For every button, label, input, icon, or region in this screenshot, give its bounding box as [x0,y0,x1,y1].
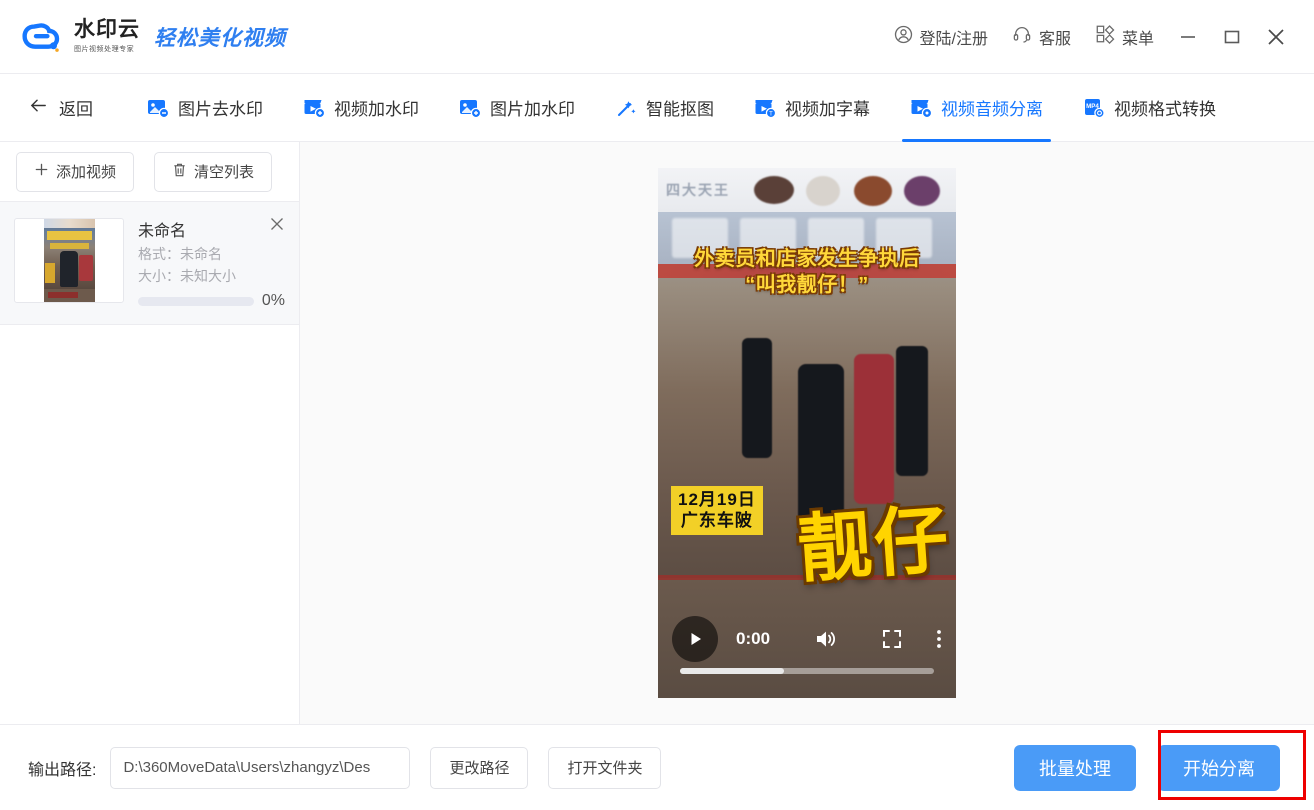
shelf-label: 四大天王 [666,182,730,198]
clear-list-label: 清空列表 [194,164,255,181]
app-slogan: 轻松美化视频 [154,25,286,50]
menu-label: 菜单 [1121,30,1154,48]
tab-label: 智能抠图 [646,100,714,119]
tab-label: 视频加水印 [334,100,419,119]
menu-button[interactable]: 菜单 [1083,16,1166,57]
file-name: 未命名 [138,223,187,240]
plus-icon [34,162,49,181]
video-overlay-title: 外卖员和店家发生争执后 “叫我靓仔！” [694,248,920,297]
tab-label: 图片去水印 [178,100,263,119]
cloud-logo-icon [22,18,64,56]
logo-subtitle: 图片视频处理专家 [74,44,135,53]
start-separation-button[interactable]: 开始分离 [1158,744,1280,791]
file-metadata: 未命名 格式：未命名 大小：未知大小 0% [138,218,285,310]
back-button[interactable]: 返回 [28,95,93,121]
tab-video-format-convert[interactable]: MP4 视频格式转换 [1063,74,1236,142]
application-window: 水印云 图片视频处理专家 轻松美化视频 登陆/注册 客服 菜单 返回 图片去水印… [0,0,1314,810]
video-add-watermark-icon [303,97,326,119]
tab-smart-cutout[interactable]: 智能抠图 [595,74,734,142]
batch-process-button[interactable]: 批量处理 [1014,744,1136,791]
file-size: 大小：未知大小 [138,267,236,284]
tab-label: 图片加水印 [490,100,575,119]
trash-icon [172,162,187,182]
seek-bar-fill [680,668,785,674]
tab-label: 视频音频分离 [941,100,1043,119]
svg-text:T: T [769,111,773,117]
change-path-button[interactable]: 更改路径 [430,746,529,789]
sidebar-actions: 添加视频 清空列表 [0,142,299,202]
logo-name: 水印云 [74,17,140,41]
play-button[interactable] [672,616,718,662]
login-register-button[interactable]: 登陆/注册 [882,17,1000,57]
title-bar-actions: 登陆/注册 客服 菜单 [882,16,1314,57]
remove-file-button[interactable] [268,215,286,233]
file-list-item[interactable]: 未命名 格式：未命名 大小：未知大小 0% [0,202,299,326]
tab-image-add-watermark[interactable]: 图片加水印 [439,74,595,142]
tab-list: 图片去水印 视频加水印 图片加水印 智能抠图 T 视频加字幕 视频音频分离 MP… [127,74,1236,142]
video-thumbnail [14,218,124,303]
back-label: 返回 [59,100,93,119]
preview-area: 四大天王 外卖员和店家发生争执后 “叫我靓仔！” 12月19日 广东车陂 靓仔 [300,142,1314,724]
image-add-watermark-icon [459,97,482,119]
maximize-button[interactable] [1210,17,1254,57]
video-player[interactable]: 四大天王 外卖员和店家发生争执后 “叫我靓仔！” 12月19日 广东车陂 靓仔 [658,168,956,698]
tab-image-remove-watermark[interactable]: 图片去水印 [127,74,283,142]
minimize-button[interactable] [1166,17,1210,57]
progress-percent-label: 0% [261,292,285,310]
open-folder-button[interactable]: 打开文件夹 [548,746,662,789]
clear-list-button[interactable]: 清空列表 [154,151,273,192]
file-list-sidebar: 添加视频 清空列表 未命名 格式：未命名 大小：未知大小 0% [0,142,300,724]
close-button[interactable] [1254,17,1298,57]
video-overlay-big-text: 靓仔 [795,497,953,592]
bottom-primary-actions: 批量处理 开始分离 [1014,744,1314,791]
login-register-label: 登陆/注册 [919,30,988,48]
headset-icon [1012,24,1032,49]
file-format: 格式：未命名 [138,246,222,262]
video-overlay-badge: 12月19日 广东车陂 [671,486,763,536]
title-bar: 水印云 图片视频处理专家 轻松美化视频 登陆/注册 客服 菜单 [0,0,1314,74]
app-logo: 水印云 图片视频处理专家 [22,18,140,56]
fullscreen-icon[interactable] [882,629,902,649]
user-circle-icon [894,25,913,49]
file-progress: 0% [138,292,285,310]
customer-support-button[interactable]: 客服 [1000,16,1083,57]
tab-label: 视频格式转换 [1114,100,1216,119]
add-video-label: 添加视频 [56,164,117,181]
add-video-button[interactable]: 添加视频 [16,151,135,192]
grid-menu-icon [1095,24,1115,49]
bottom-toolbar: 输出路径: 更改路径 打开文件夹 批量处理 开始分离 [0,724,1314,810]
tab-video-audio-split[interactable]: 视频音频分离 [890,74,1063,142]
progress-track [138,296,254,306]
tab-video-subtitle[interactable]: T 视频加字幕 [734,74,890,142]
video-audio-split-icon [910,97,933,119]
output-path-input[interactable] [110,746,411,789]
output-path-label: 输出路径: [28,761,97,779]
arrow-left-icon [28,95,49,121]
tab-video-add-watermark[interactable]: 视频加水印 [283,74,439,142]
navigation-bar: 返回 图片去水印 视频加水印 图片加水印 智能抠图 T 视频加字幕 视频音频分离… [0,74,1314,142]
video-subtitle-icon: T [754,97,777,119]
logo-text: 水印云 图片视频处理专家 [74,17,140,54]
video-controls: 0:00 [658,608,956,698]
magic-cutout-icon [615,97,637,119]
video-shelf-band: 四大天王 [658,168,956,212]
image-remove-watermark-icon [147,97,170,119]
more-options-icon[interactable] [936,628,942,650]
customer-support-label: 客服 [1038,30,1071,48]
current-time-label: 0:00 [736,629,771,648]
tab-label: 视频加字幕 [785,100,870,119]
mp4-convert-icon: MP4 [1083,97,1105,119]
volume-icon[interactable] [814,628,838,650]
seek-bar[interactable] [680,668,934,674]
